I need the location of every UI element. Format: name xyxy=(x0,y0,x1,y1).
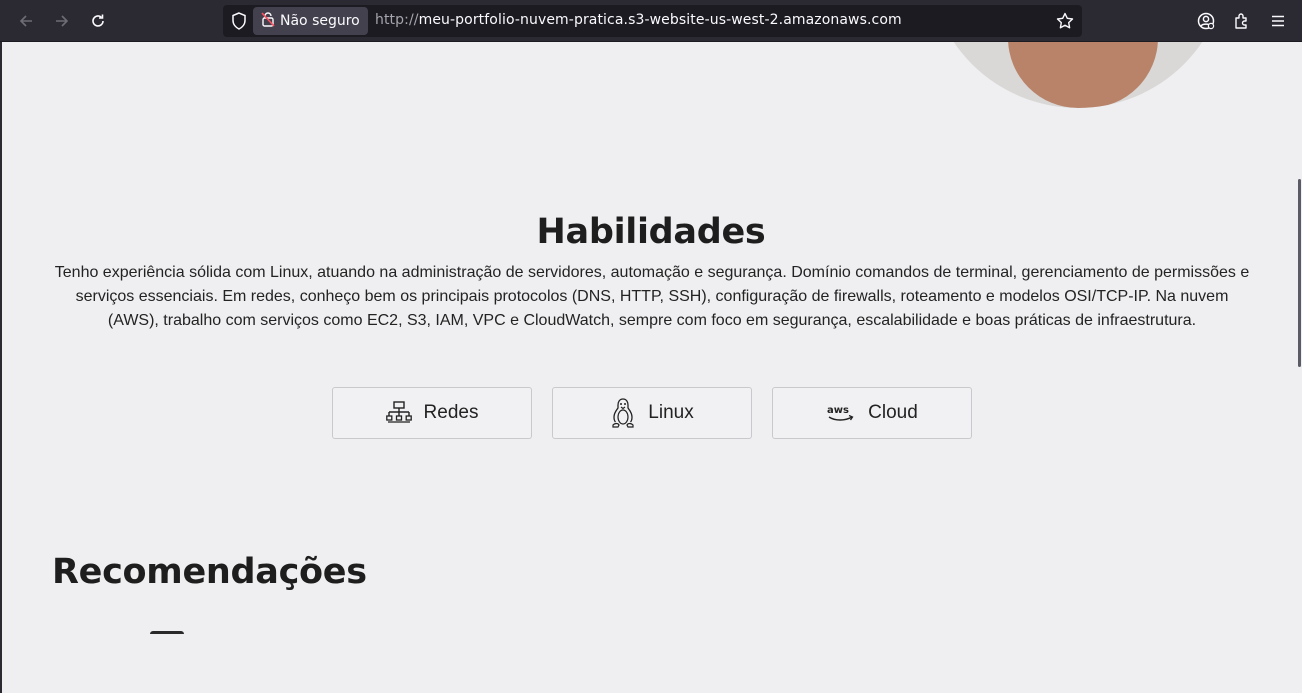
extensions-icon[interactable] xyxy=(1230,9,1254,33)
url-protocol: http:// xyxy=(375,12,419,28)
menu-icon[interactable] xyxy=(1266,9,1290,33)
url-text[interactable]: http://meu-portfolio-nuvem-pratica.s3-we… xyxy=(375,12,902,28)
network-icon xyxy=(385,401,412,425)
url-host: meu-portfolio-nuvem-pratica.s3-website-u… xyxy=(418,12,902,28)
forward-icon[interactable] xyxy=(50,9,74,33)
insecure-connection-button[interactable]: Não seguro xyxy=(253,7,368,35)
skill-label: Cloud xyxy=(868,402,918,423)
skills-title: Habilidades xyxy=(536,212,766,252)
shield-icon[interactable] xyxy=(231,12,247,34)
recommendation-avatar xyxy=(150,631,184,634)
svg-text:aws: aws xyxy=(827,405,849,416)
skill-button-cloud[interactable]: aws Cloud xyxy=(772,387,972,439)
page-content: Habilidades Tenho experiência sólida com… xyxy=(0,42,1302,693)
browser-toolbar: Não seguro http://meu-portfolio-nuvem-pr… xyxy=(0,0,1302,42)
insecure-lock-icon xyxy=(261,11,275,31)
recommendations-title: Recomendações xyxy=(52,552,367,592)
bookmark-star-icon[interactable] xyxy=(1056,12,1074,34)
insecure-label: Não seguro xyxy=(280,13,360,29)
aws-icon: aws xyxy=(826,402,856,424)
tux-icon xyxy=(610,397,636,429)
window-edge xyxy=(0,42,2,693)
profile-photo xyxy=(928,42,1228,108)
reload-icon[interactable] xyxy=(86,9,110,33)
skill-label: Redes xyxy=(423,402,479,423)
skill-button-redes[interactable]: Redes xyxy=(332,387,532,439)
page-scrollbar[interactable] xyxy=(1298,179,1301,367)
address-bar[interactable]: Não seguro http://meu-portfolio-nuvem-pr… xyxy=(223,5,1082,37)
back-icon[interactable] xyxy=(14,9,38,33)
skill-button-linux[interactable]: Linux xyxy=(552,387,752,439)
account-icon[interactable] xyxy=(1194,9,1218,33)
skills-description: Tenho experiência sólida com Linux, atua… xyxy=(54,264,1250,329)
skill-label: Linux xyxy=(648,402,694,423)
